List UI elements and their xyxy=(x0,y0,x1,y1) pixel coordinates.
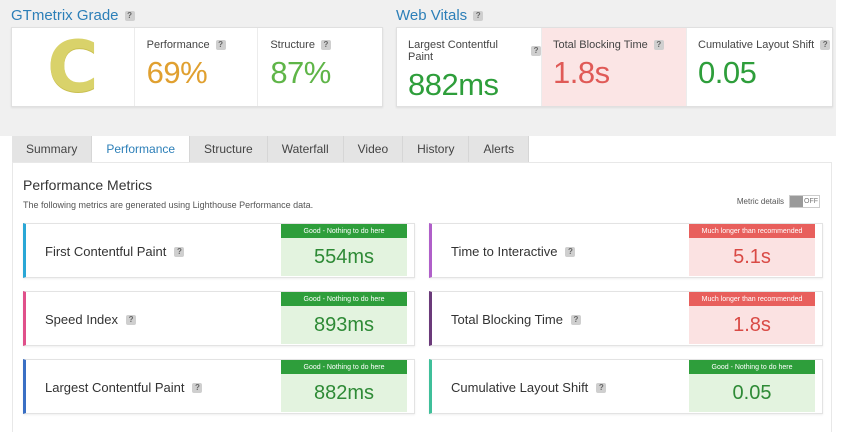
help-icon[interactable]: ? xyxy=(571,314,581,325)
metric-total-blocking-time: Total Blocking Time ? Much longer than r… xyxy=(429,291,823,346)
performance-value: 69% xyxy=(146,55,208,90)
tab-performance[interactable]: Performance xyxy=(92,136,191,162)
performance-label-row: Performance ? xyxy=(147,39,258,51)
gtmetrix-grade-heading: GTmetrix Grade ? xyxy=(11,7,135,24)
tab-structure[interactable]: Structure xyxy=(190,136,268,162)
help-icon[interactable]: ? xyxy=(192,382,203,393)
help-icon[interactable]: ? xyxy=(531,46,541,56)
panel-title: Performance Metrics xyxy=(23,177,153,193)
help-icon[interactable]: ? xyxy=(320,40,331,50)
vital-lcp: Largest Contentful Paint ? 882ms xyxy=(397,28,542,106)
metric-name: First Contentful Paint xyxy=(45,244,167,259)
metric-value: 0.05 xyxy=(689,374,815,412)
metric-largest-contentful-paint: Largest Contentful Paint ? Good - Nothin… xyxy=(23,359,415,414)
grade-letter: C xyxy=(47,26,99,108)
metric-value: 1.8s xyxy=(689,306,815,344)
report-tabs: Summary Performance Structure Waterfall … xyxy=(12,136,530,162)
status-badge: Good - Nothing to do here xyxy=(281,224,407,238)
tab-video[interactable]: Video xyxy=(343,136,404,162)
help-icon[interactable]: ? xyxy=(174,246,185,257)
metric-result: Good - Nothing to do here 554ms xyxy=(281,224,407,276)
metric-result: Good - Nothing to do here 0.05 xyxy=(689,360,815,412)
help-icon[interactable]: ? xyxy=(820,40,831,50)
performance-panel: Performance Metrics The following metric… xyxy=(12,162,832,432)
metric-name-row: Speed Index ? xyxy=(45,312,137,327)
metric-name-row: Time to Interactive ? xyxy=(451,244,576,259)
status-badge: Good - Nothing to do here xyxy=(281,292,407,306)
metric-details-toggle[interactable]: OFF xyxy=(789,195,820,208)
performance-label: Performance xyxy=(146,39,210,51)
metric-value: 5.1s xyxy=(689,238,815,276)
web-vitals-title: Web Vitals xyxy=(396,7,468,24)
metric-name-row: Total Blocking Time ? xyxy=(451,312,581,327)
tab-history[interactable]: History xyxy=(403,136,470,162)
metric-value: 882ms xyxy=(281,374,407,412)
vital-tbt-label-row: Total Blocking Time ? xyxy=(553,39,686,51)
toggle-knob xyxy=(790,196,803,207)
help-icon[interactable]: ? xyxy=(596,382,607,393)
metric-name-row: Largest Contentful Paint ? xyxy=(45,380,203,395)
grade-card: C Performance ? 69% Structure ? 87% xyxy=(11,27,383,107)
help-icon[interactable]: ? xyxy=(653,40,664,50)
vital-tbt-label: Total Blocking Time xyxy=(553,39,648,51)
metric-result: Much longer than recommended 5.1s xyxy=(689,224,815,276)
vital-cls-value: 0.05 xyxy=(698,55,757,90)
metric-time-to-interactive: Time to Interactive ? Much longer than r… xyxy=(429,223,823,278)
metric-name: Time to Interactive xyxy=(451,244,558,259)
structure-label: Structure xyxy=(270,39,315,51)
vital-lcp-label: Largest Contentful Paint xyxy=(408,39,498,63)
vital-cls-label: Cumulative Layout Shift xyxy=(698,39,815,51)
toggle-off-label: OFF xyxy=(804,198,818,205)
metric-first-contentful-paint: First Contentful Paint ? Good - Nothing … xyxy=(23,223,415,278)
grade-cell: C xyxy=(12,28,135,106)
status-badge: Good - Nothing to do here xyxy=(689,360,815,374)
tab-summary[interactable]: Summary xyxy=(12,136,93,162)
metric-value: 554ms xyxy=(281,238,407,276)
metric-result: Good - Nothing to do here 882ms xyxy=(281,360,407,412)
panel-subtitle: The following metrics are generated usin… xyxy=(23,200,314,210)
help-icon[interactable]: ? xyxy=(473,10,484,21)
metric-details-label: Metric details xyxy=(736,197,784,206)
metric-result: Much longer than recommended 1.8s xyxy=(689,292,815,344)
tab-waterfall[interactable]: Waterfall xyxy=(267,136,344,162)
metric-name: Total Blocking Time xyxy=(451,312,563,327)
help-icon[interactable]: ? xyxy=(565,246,576,257)
vital-tbt: Total Blocking Time ? 1.8s xyxy=(542,28,687,106)
status-badge: Much longer than recommended xyxy=(689,292,815,306)
metric-name-row: Cumulative Layout Shift ? xyxy=(451,380,607,395)
structure-score: Structure ? 87% xyxy=(258,28,382,106)
metric-details-toggle-group: Metric details OFF xyxy=(737,195,820,208)
metric-name: Largest Contentful Paint xyxy=(45,380,185,395)
metric-result: Good - Nothing to do here 893ms xyxy=(281,292,407,344)
metric-cumulative-layout-shift: Cumulative Layout Shift ? Good - Nothing… xyxy=(429,359,823,414)
status-badge: Much longer than recommended xyxy=(689,224,815,238)
vital-cls: Cumulative Layout Shift ? 0.05 xyxy=(687,28,832,106)
metric-value: 893ms xyxy=(281,306,407,344)
gtmetrix-grade-title: GTmetrix Grade xyxy=(11,7,119,24)
metric-name-row: First Contentful Paint ? xyxy=(45,244,185,259)
help-icon[interactable]: ? xyxy=(215,40,226,50)
vital-cls-label-row: Cumulative Layout Shift ? xyxy=(698,39,832,51)
status-badge: Good - Nothing to do here xyxy=(281,360,407,374)
vital-tbt-value: 1.8s xyxy=(553,55,610,90)
tab-alerts[interactable]: Alerts xyxy=(469,136,530,162)
structure-value: 87% xyxy=(270,55,331,90)
structure-label-row: Structure ? xyxy=(270,39,382,51)
web-vitals-card: Largest Contentful Paint ? 882ms Total B… xyxy=(396,27,833,107)
help-icon[interactable]: ? xyxy=(126,314,137,325)
metric-speed-index: Speed Index ? Good - Nothing to do here … xyxy=(23,291,415,346)
metric-name: Cumulative Layout Shift xyxy=(451,380,589,395)
web-vitals-heading: Web Vitals ? xyxy=(396,7,484,24)
help-icon[interactable]: ? xyxy=(124,10,135,21)
vital-lcp-label-row: Largest Contentful Paint ? xyxy=(408,39,541,63)
vital-lcp-value: 882ms xyxy=(408,67,499,102)
performance-score: Performance ? 69% xyxy=(135,28,259,106)
metric-name: Speed Index xyxy=(45,312,119,327)
